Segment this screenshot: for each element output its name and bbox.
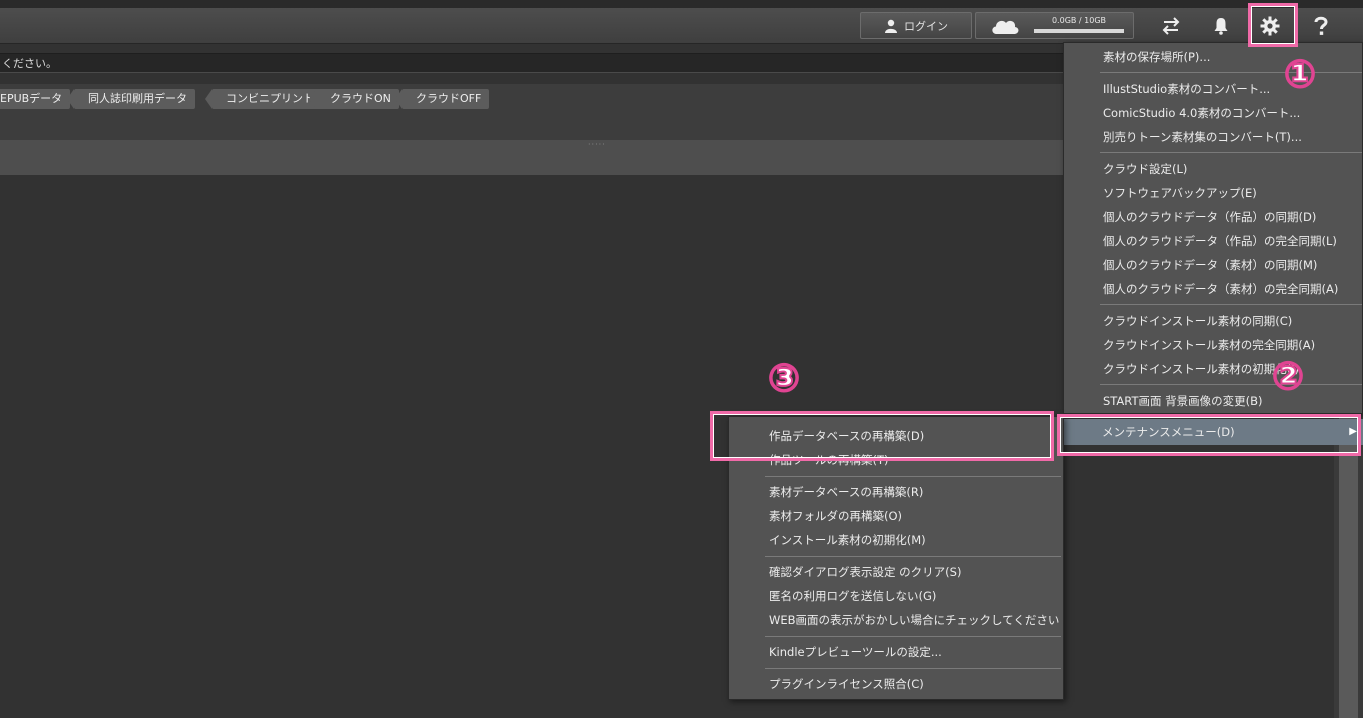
menu-item-sync-materials[interactable]: 個人のクラウドデータ（素材）の同期(M) [1064, 254, 1362, 276]
menu-separator [1100, 384, 1362, 385]
menu-separator [765, 476, 1061, 477]
menu-item-full-sync-works[interactable]: 個人のクラウドデータ（作品）の完全同期(L) [1064, 230, 1362, 252]
menu-item-comicstudio-convert[interactable]: ComicStudio 4.0素材のコンバート... [1064, 102, 1362, 124]
annotation-number-3: ③ [767, 355, 801, 401]
menu-item-kindle-preview-settings[interactable]: Kindleプレビューツールの設定... [729, 641, 1063, 663]
cloud-storage-button[interactable]: 0.0GB / 10GB [975, 12, 1134, 39]
title-bar: ログイン 0.0GB / 10GB [0, 8, 1363, 44]
menu-item-plugin-license[interactable]: プラグインライセンス照合(C) [729, 673, 1063, 695]
menu-item-illuststudio-convert[interactable]: IllustStudio素材のコンバート... [1064, 78, 1362, 100]
menu-item-cloud-install-reset[interactable]: クラウドインストール素材の初期化(I) [1064, 358, 1362, 380]
menu-item-cloud-install-sync[interactable]: クラウドインストール素材の同期(C) [1064, 310, 1362, 332]
tag-convenience-print[interactable]: コンビニプリント [205, 89, 322, 109]
menu-item-start-background[interactable]: START画面 背景画像の変更(B) [1064, 390, 1362, 412]
menu-separator [765, 636, 1061, 637]
menu-item-software-backup[interactable]: ソフトウェアバックアップ(E) [1064, 182, 1362, 204]
menu-item-material-location[interactable]: 素材の保存場所(P)... [1064, 46, 1362, 68]
settings-menu: 素材の保存場所(P)... IllustStudio素材のコンバート... Co… [1063, 42, 1363, 414]
menu-item-tone-convert[interactable]: 別売りトーン素材集のコンバート(T)... [1064, 126, 1362, 148]
menu-item-cloud-settings[interactable]: クラウド設定(L) [1064, 158, 1362, 180]
highlight-box-maintenance [1057, 414, 1361, 456]
sync-button[interactable] [1156, 14, 1186, 38]
menu-item-clear-dialog-settings[interactable]: 確認ダイアログ表示設定 のクリア(S) [729, 561, 1063, 583]
menu-item-full-sync-materials[interactable]: 個人のクラウドデータ（素材）の完全同期(A) [1064, 278, 1362, 300]
tag-cloud-off[interactable]: クラウドOFF [394, 89, 490, 109]
cloud-icon [992, 20, 1019, 34]
menu-separator [1100, 304, 1362, 305]
menu-separator [1100, 152, 1362, 153]
panel-header: ····· [0, 140, 1068, 175]
cloud-usage-text: 0.0GB / 10GB [1051, 16, 1107, 25]
tag-bar: EPUBデータ 同人誌印刷用データ コンビニプリント クラウドON クラウドOF… [0, 84, 1068, 140]
menu-item-rebuild-material-folder[interactable]: 素材フォルダの再構築(O) [729, 505, 1063, 527]
menu-item-no-usage-log[interactable]: 匿名の利用ログを送信しない(G) [729, 585, 1063, 607]
menu-item-cloud-install-full-sync[interactable]: クラウドインストール素材の完全同期(A) [1064, 334, 1362, 356]
annotation-number-2: ② [1271, 353, 1305, 399]
user-icon [885, 19, 897, 33]
bell-icon [1214, 18, 1228, 35]
top-strip [0, 0, 1363, 8]
tag-epub[interactable]: EPUBデータ [0, 89, 71, 109]
tag-doujin-print[interactable]: 同人誌印刷用データ [67, 89, 195, 109]
help-icon [1314, 16, 1328, 35]
menu-item-rebuild-material-db[interactable]: 素材データベースの再構築(R) [729, 481, 1063, 503]
login-button[interactable]: ログイン [860, 12, 972, 39]
menu-separator [765, 668, 1061, 669]
cloud-usage-bar [1034, 29, 1124, 33]
menu-separator [1100, 72, 1362, 73]
help-button[interactable] [1306, 14, 1336, 38]
annotation-number-1: ① [1283, 51, 1317, 97]
menu-item-sync-works[interactable]: 個人のクラウドデータ（作品）の同期(D) [1064, 206, 1362, 228]
message-bar: ください。 [0, 53, 1068, 73]
menu-item-reset-installed-materials[interactable]: インストール素材の初期化(M) [729, 529, 1063, 551]
highlight-box-settings [1248, 3, 1298, 47]
notification-button[interactable] [1206, 14, 1236, 38]
sync-icon [1162, 17, 1180, 35]
tag-cloud-on[interactable]: クラウドON [309, 89, 399, 109]
highlight-box-rebuild-db [710, 411, 1054, 461]
menu-item-web-display-check[interactable]: WEB画面の表示がおかしい場合にチェックしてください [729, 609, 1063, 631]
resize-grip[interactable]: ····· [588, 140, 606, 149]
login-label: ログイン [904, 19, 948, 33]
menu-separator [765, 556, 1061, 557]
